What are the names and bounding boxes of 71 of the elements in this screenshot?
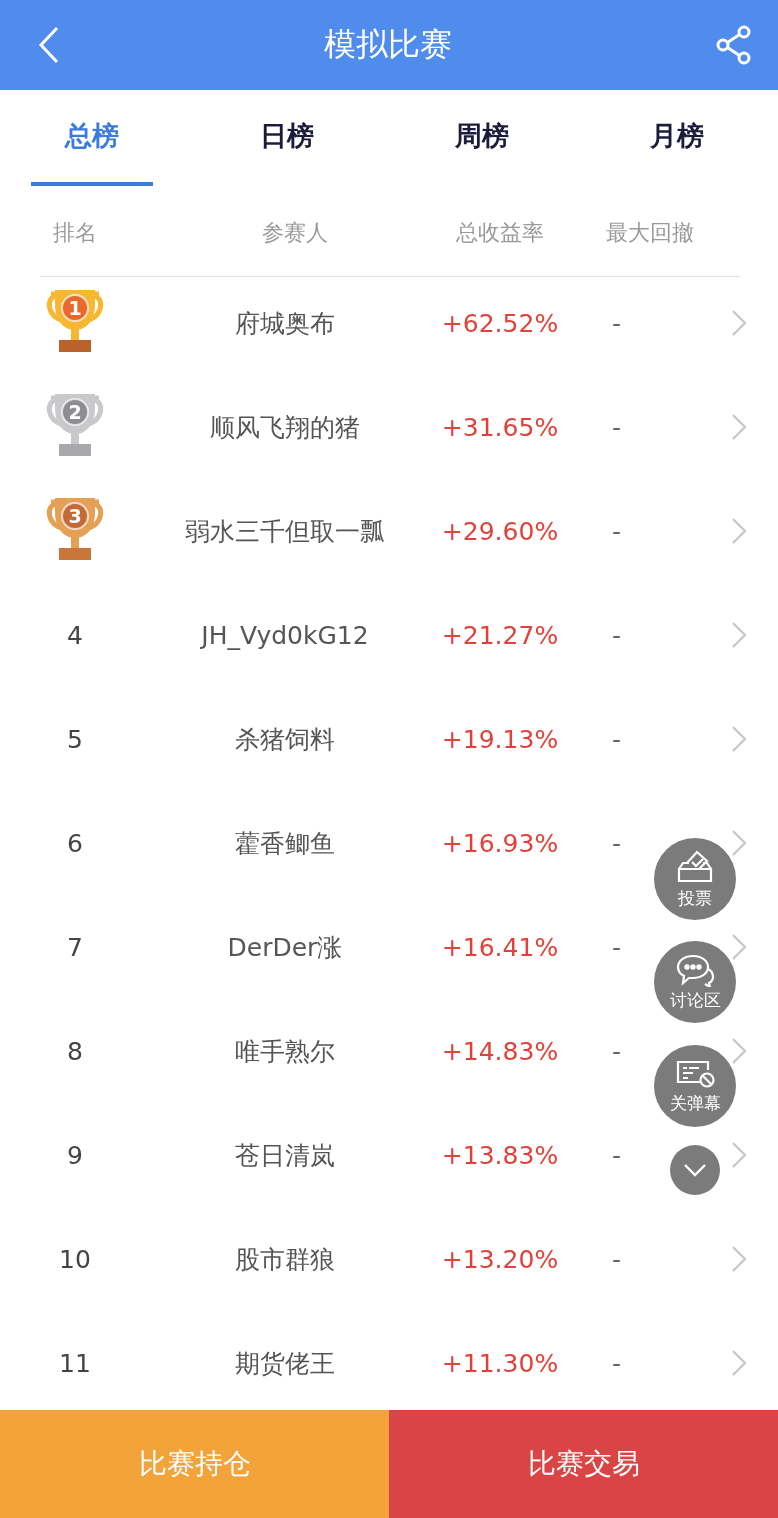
participant-name: JH_Vyd0kG12 xyxy=(201,620,369,650)
floating-button[interactable]: 关弹幕 xyxy=(654,1045,736,1127)
return-rate: +14.83% xyxy=(441,1036,559,1066)
participant-name: 顺风飞翔的猪 xyxy=(210,411,360,444)
max-drawdown: - xyxy=(612,516,622,546)
participant-name: 府城奥布 xyxy=(235,307,335,340)
chevron-right-icon[interactable] xyxy=(731,829,747,857)
chevron-right-icon[interactable] xyxy=(731,1037,747,1065)
max-drawdown: - xyxy=(612,932,622,962)
max-drawdown: - xyxy=(612,412,622,442)
participant-name: 唯手熟尔 xyxy=(235,1035,335,1068)
max-drawdown: - xyxy=(612,1140,622,1170)
participant-name: 股市群狼 xyxy=(235,1243,335,1276)
return-rate: +21.27% xyxy=(441,620,559,650)
trade-button[interactable]: 比赛交易 xyxy=(389,1410,778,1518)
max-drawdown: - xyxy=(612,620,622,650)
page-title: 模拟比赛 xyxy=(324,24,452,65)
floating-button[interactable]: 投票 xyxy=(654,838,736,920)
column-header: 总收益率 xyxy=(456,219,544,247)
rank-number: 10 xyxy=(59,1244,91,1274)
participant-name: 苍日清岚 xyxy=(235,1139,335,1172)
chat-bubbles-icon xyxy=(675,952,715,987)
return-rate: +62.52% xyxy=(441,308,559,338)
floating-button[interactable]: 讨论区 xyxy=(654,941,736,1023)
max-drawdown: - xyxy=(612,308,622,338)
chevron-down-icon xyxy=(683,1163,707,1177)
back-icon[interactable] xyxy=(38,26,60,64)
rank-number: 6 xyxy=(67,828,83,858)
chevron-right-icon[interactable] xyxy=(731,621,747,649)
chevron-right-icon[interactable] xyxy=(731,309,747,337)
max-drawdown: - xyxy=(612,828,622,858)
participant-name: 弱水三千但取一瓢 xyxy=(185,515,385,548)
participant-name: 藿香鲫鱼 xyxy=(235,827,335,860)
chevron-right-icon[interactable] xyxy=(731,1349,747,1377)
return-rate: +13.20% xyxy=(441,1244,559,1274)
return-rate: +13.83% xyxy=(441,1140,559,1170)
rank-number: 9 xyxy=(67,1140,83,1170)
chevron-right-icon[interactable] xyxy=(731,725,747,753)
max-drawdown: - xyxy=(612,1348,622,1378)
share-icon[interactable] xyxy=(716,25,752,65)
tab[interactable]: 月榜 xyxy=(616,90,738,186)
column-header: 排名 xyxy=(53,219,97,247)
chevron-right-icon[interactable] xyxy=(731,517,747,545)
chevron-right-icon[interactable] xyxy=(731,1141,747,1169)
rank-number: 4 xyxy=(67,620,83,650)
chevron-right-icon[interactable] xyxy=(731,413,747,441)
participant-name: DerDer涨 xyxy=(227,931,343,964)
participant-name: 期货佬王 xyxy=(235,1347,335,1380)
chevron-right-icon[interactable] xyxy=(731,1245,747,1273)
ballot-box-icon xyxy=(675,848,715,885)
collapse-button[interactable] xyxy=(670,1145,720,1195)
max-drawdown: - xyxy=(612,724,622,754)
rank-number: 7 xyxy=(67,932,83,962)
tab[interactable]: 日榜 xyxy=(226,90,348,186)
return-rate: +16.41% xyxy=(441,932,559,962)
rank-number: 5 xyxy=(67,724,83,754)
return-rate: +16.93% xyxy=(441,828,559,858)
return-rate: +11.30% xyxy=(441,1348,559,1378)
tab[interactable]: 总榜 xyxy=(31,90,153,186)
rank-number: 8 xyxy=(67,1036,83,1066)
max-drawdown: - xyxy=(612,1036,622,1066)
rank-number: 11 xyxy=(59,1348,91,1378)
tab[interactable]: 周榜 xyxy=(421,90,543,186)
column-header: 参赛人 xyxy=(262,219,328,247)
max-drawdown: - xyxy=(612,1244,622,1274)
return-rate: +31.65% xyxy=(441,412,559,442)
participant-name: 杀猪饲料 xyxy=(235,723,335,756)
column-header: 最大回撤 xyxy=(606,219,694,247)
return-rate: +29.60% xyxy=(441,516,559,546)
chevron-right-icon[interactable] xyxy=(731,933,747,961)
return-rate: +19.13% xyxy=(441,724,559,754)
